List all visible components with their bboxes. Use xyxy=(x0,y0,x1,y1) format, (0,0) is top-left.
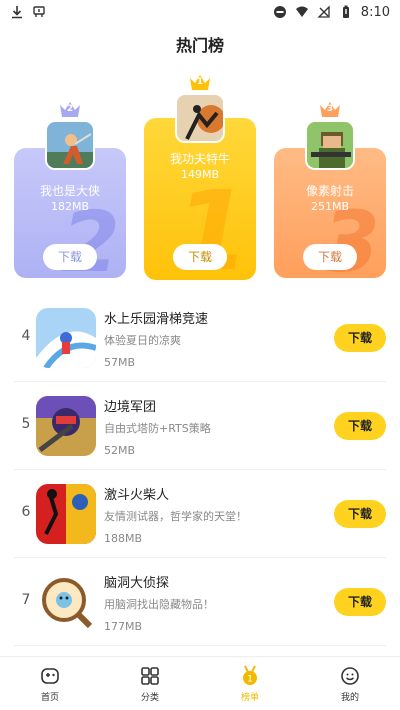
app-name: 水上乐园滑梯竞速 xyxy=(104,312,209,327)
podium-3-size: 251MB xyxy=(310,200,350,213)
rank-number: 5 xyxy=(21,416,31,432)
podium-1-download-button[interactable]: 下载 xyxy=(173,244,227,270)
list-item[interactable]: 5 边境军团 自由式塔防+RTS策略 52MB 下载 xyxy=(14,382,386,470)
crown-2-icon: 2 xyxy=(58,99,82,119)
download-button[interactable]: 下载 xyxy=(334,500,386,528)
download-button[interactable]: 下载 xyxy=(334,588,386,616)
app-description: 用脑洞找出隐藏物品！ xyxy=(104,598,214,611)
app-size: 177MB xyxy=(104,620,143,633)
list-item[interactable]: 4 水上乐园滑梯竞速 体验夏日的凉爽 57MB 下载 xyxy=(14,294,386,382)
nav-label-home: 首页 xyxy=(40,692,59,703)
podium-3-app-icon[interactable] xyxy=(305,120,355,170)
rank-number: 6 xyxy=(21,504,31,520)
list-item[interactable]: 7 脑洞大侦探 用脑洞找出隐藏物品！ 177MB 下载 xyxy=(14,558,386,646)
download-button[interactable]: 下载 xyxy=(334,324,386,352)
app-name: 边境军团 xyxy=(104,400,157,415)
smile-icon xyxy=(341,666,359,685)
rank-number: 4 xyxy=(21,328,31,344)
top-three-podium: 2 我也是大侠 182MB 下载 2 1 我功夫特牛 149MB 下载 1 3 … xyxy=(0,0,400,290)
svg-text:1: 1 xyxy=(247,674,253,684)
rank-number: 7 xyxy=(21,592,31,608)
app-icon[interactable] xyxy=(36,484,96,544)
crown-3-icon: 3 xyxy=(318,99,342,119)
podium-3-name: 像素射击 xyxy=(305,184,354,198)
nav-ranking[interactable]: 1 榜单 xyxy=(200,657,300,710)
app-size: 57MB xyxy=(104,356,136,369)
podium-1-app-icon[interactable] xyxy=(175,93,225,143)
nav-label-category: 分类 xyxy=(140,692,159,703)
nav-category[interactable]: 分类 xyxy=(100,657,200,710)
nav-label-ranking: 榜单 xyxy=(240,692,259,703)
podium-2-download-button[interactable]: 下载 xyxy=(43,244,97,270)
app-name: 激斗火柴人 xyxy=(104,488,170,503)
medal-icon: 1 xyxy=(243,665,257,685)
podium-2-app-icon[interactable] xyxy=(45,120,95,170)
app-size: 52MB xyxy=(104,444,136,457)
rank-list: 4 水上乐园滑梯竞速 体验夏日的凉爽 57MB 下载 5 边境军团 自由式塔防+… xyxy=(0,294,400,646)
app-icon[interactable] xyxy=(36,572,96,632)
bottom-nav: 首页 分类 1 榜单 我的 xyxy=(0,656,400,710)
app-description: 友情测试器，哲学家的天堂！ xyxy=(104,510,247,523)
app-icon[interactable] xyxy=(36,396,96,456)
podium-1-name: 我功夫特牛 xyxy=(169,152,230,166)
list-item[interactable]: 6 激斗火柴人 友情测试器，哲学家的天堂！ 188MB 下载 xyxy=(14,470,386,558)
nav-label-mine: 我的 xyxy=(340,692,359,703)
nav-home[interactable]: 首页 xyxy=(0,657,100,710)
gamepad-icon xyxy=(41,667,59,684)
app-icon[interactable] xyxy=(36,308,96,368)
app-description: 体验夏日的凉爽 xyxy=(104,334,181,347)
podium-3-download-button[interactable]: 下载 xyxy=(303,244,357,270)
grid-icon xyxy=(141,666,159,685)
app-name: 脑洞大侦探 xyxy=(104,576,170,591)
app-size: 188MB xyxy=(104,532,143,545)
download-button[interactable]: 下载 xyxy=(334,412,386,440)
podium-2-size: 182MB xyxy=(50,200,90,213)
nav-mine[interactable]: 我的 xyxy=(300,657,400,710)
app-description: 自由式塔防+RTS策略 xyxy=(104,422,211,435)
podium-1-size: 149MB xyxy=(180,168,220,181)
crown-1-icon: 1 xyxy=(188,72,212,92)
podium-2-name: 我也是大侠 xyxy=(39,184,100,198)
